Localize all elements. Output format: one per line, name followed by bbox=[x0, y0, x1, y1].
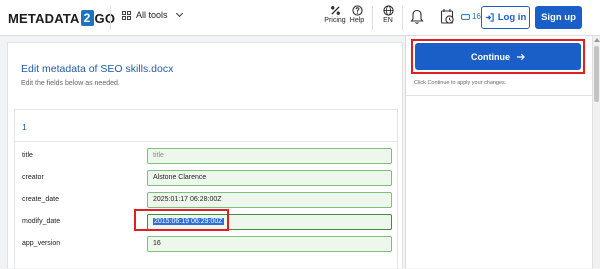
bell-icon[interactable] bbox=[410, 9, 424, 25]
field-row-app-version: app_version 16 bbox=[15, 234, 397, 256]
field-label: title bbox=[22, 152, 33, 159]
logo-text-two: 2 bbox=[80, 10, 94, 26]
grid-icon bbox=[122, 10, 131, 20]
header-divider bbox=[372, 6, 373, 30]
create-date-field[interactable]: 2025:01:17 06:28:00Z bbox=[147, 192, 392, 208]
app-version-field[interactable]: 16 bbox=[147, 236, 392, 252]
header-divider bbox=[110, 6, 111, 30]
highlight-box-continue bbox=[411, 39, 585, 74]
help-icon bbox=[351, 5, 363, 16]
signup-button[interactable]: Sign up bbox=[535, 6, 582, 29]
card-divider bbox=[15, 141, 397, 142]
scroll-up-arrow-icon[interactable] bbox=[594, 38, 600, 42]
logo-text-metadata: METADATA bbox=[8, 10, 80, 26]
continue-hint: Click Continue to apply your changes. bbox=[414, 80, 507, 86]
header-divider bbox=[402, 6, 403, 30]
help-label: Help bbox=[349, 17, 365, 24]
logo[interactable]: METADATA 2 GO bbox=[8, 9, 115, 27]
signup-label: Sign up bbox=[541, 12, 576, 23]
chevron-down-icon bbox=[175, 9, 183, 18]
creator-field[interactable]: Alstone Clarence bbox=[147, 170, 392, 186]
credits-count: 16 bbox=[472, 12, 481, 21]
action-panel: Continue Click Continue to apply your ch… bbox=[405, 36, 593, 268]
field-row-title: title title bbox=[15, 146, 397, 168]
login-label: Log in bbox=[497, 12, 527, 23]
edit-metadata-panel: Edit metadata of SEO skills.docx Edit th… bbox=[7, 42, 403, 269]
language-label: EN bbox=[383, 17, 393, 24]
credits-icon bbox=[461, 13, 470, 20]
globe-icon bbox=[382, 5, 394, 16]
side-divider bbox=[406, 95, 593, 96]
metadata-card: 1 title title creator Alstone Clarence c… bbox=[14, 109, 398, 269]
logo-text-go: GO bbox=[94, 10, 116, 26]
login-icon bbox=[485, 13, 494, 22]
page-scrollbar[interactable] bbox=[592, 36, 600, 268]
top-header: METADATA 2 GO All tools Pricing Help EN … bbox=[0, 0, 600, 36]
card-number: 1 bbox=[22, 122, 27, 132]
language-button[interactable]: EN bbox=[376, 5, 400, 31]
page-title: Edit metadata of SEO skills.docx bbox=[21, 63, 174, 75]
pricing-button[interactable]: Pricing bbox=[323, 5, 347, 31]
title-field[interactable]: title bbox=[147, 148, 392, 164]
field-row-creator: creator Alstone Clarence bbox=[15, 168, 397, 190]
field-label: creator bbox=[22, 174, 44, 181]
page-subtitle: Edit the fields below as needed. bbox=[21, 80, 120, 87]
scroll-thumb[interactable] bbox=[594, 46, 599, 102]
field-label: app_version bbox=[22, 240, 61, 247]
pricing-icon bbox=[330, 6, 340, 15]
all-tools-label: All tools bbox=[136, 10, 168, 20]
credits-counter[interactable]: 16 bbox=[461, 12, 481, 21]
all-tools-menu[interactable]: All tools bbox=[122, 9, 183, 20]
clock-icon[interactable] bbox=[440, 8, 455, 25]
field-label: create_date bbox=[22, 196, 59, 203]
field-label: modify_date bbox=[22, 218, 61, 225]
login-button[interactable]: Log in bbox=[481, 6, 530, 29]
pricing-label: Pricing bbox=[324, 17, 346, 24]
highlight-box-modify-date bbox=[134, 209, 229, 231]
help-button[interactable]: Help bbox=[345, 5, 369, 31]
